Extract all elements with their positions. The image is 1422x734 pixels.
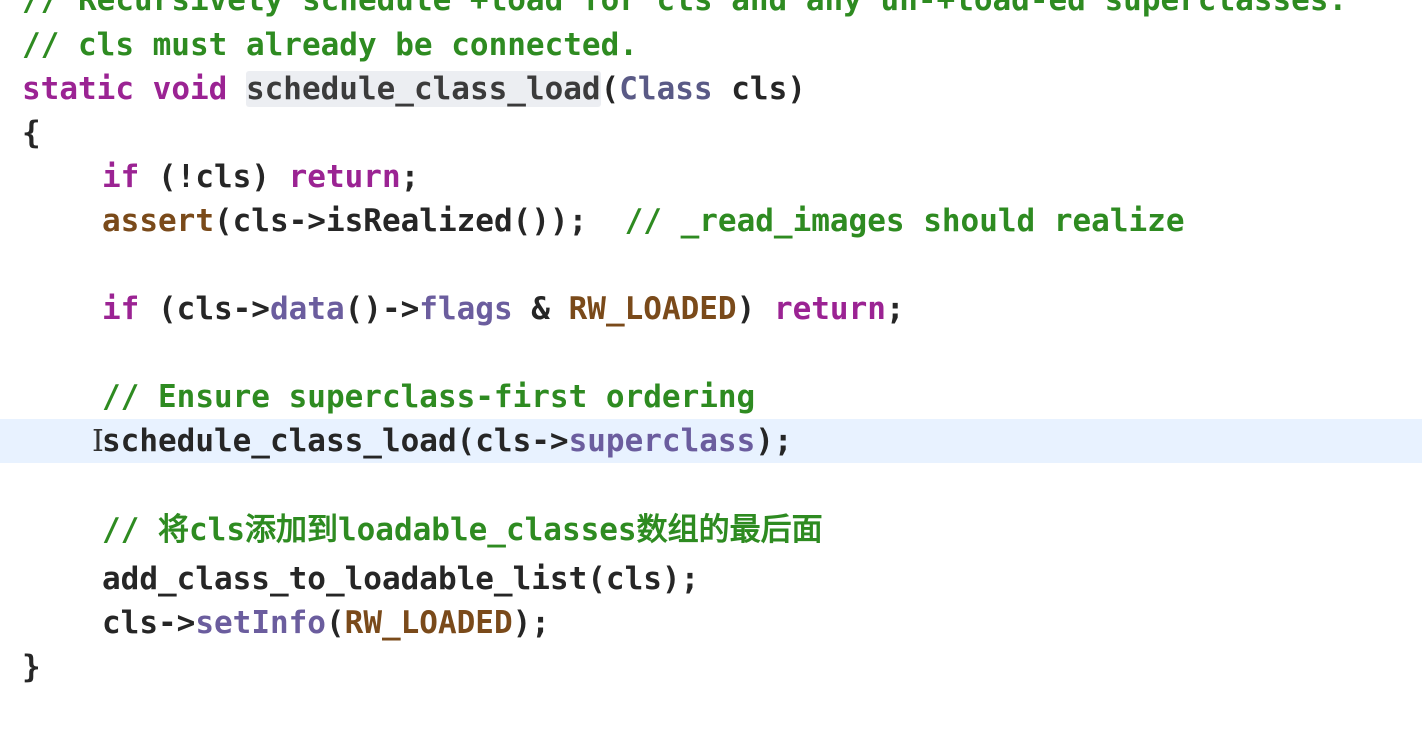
paren-close: ) — [787, 71, 806, 107]
close-brace: } — [22, 649, 41, 685]
semicolon: ; — [400, 159, 420, 195]
code-part: schedule_class_load(cls-> — [102, 423, 569, 459]
code-part: (cls-> — [139, 291, 270, 327]
param-cls: cls — [731, 71, 788, 107]
semicolon: ; — [885, 291, 905, 327]
member-data: data — [269, 291, 345, 327]
code-part: ); — [512, 605, 550, 641]
statement: assert(cls->isRealized()); // _read_imag… — [102, 199, 1185, 243]
member-superclass: superclass — [568, 423, 756, 459]
comment-text: // 将cls添加到loadable_classes数组的最后面 — [102, 512, 823, 548]
type-class: Class — [619, 71, 713, 107]
statement: cls->setInfo(RW_LOADED); — [102, 601, 550, 645]
keyword-if: if — [102, 159, 140, 195]
statement: if (cls->data()->flags & RW_LOADED) retu… — [102, 287, 905, 331]
code-line-assert: assert(cls->isRealized()); // _read_imag… — [0, 199, 1422, 243]
paren-open: ( — [600, 71, 620, 107]
code-part: ( — [325, 605, 345, 641]
code-line-comment-ensure: // Ensure superclass-first ordering — [0, 375, 1422, 419]
macro-rw-loaded: RW_LOADED — [344, 605, 513, 641]
statement: if (!cls) return; — [102, 155, 419, 199]
code-editor[interactable]: // Recursively schedule +load for cls an… — [0, 0, 1422, 734]
code-line-if-not-cls: if (!cls) return; — [0, 155, 1422, 199]
comment-text: // Recursively schedule +load for cls an… — [22, 0, 1348, 18]
code-part: cls-> — [102, 605, 196, 641]
code-line-comment-recursive: // Recursively schedule +load for cls an… — [0, 0, 1422, 22]
open-brace: { — [22, 115, 41, 151]
statement: add_class_to_loadable_list(cls); — [102, 561, 700, 597]
code-part: ()-> — [344, 291, 420, 327]
comment-text: // cls must already be connected. — [22, 27, 638, 63]
code-line-open-brace: { — [0, 111, 1422, 155]
text-cursor-ibeam-icon: I — [92, 424, 104, 459]
condition: (!cls) — [139, 159, 289, 195]
assert-args: (cls->isRealized()); — [213, 203, 625, 239]
keyword-return: return — [288, 159, 401, 195]
comment-text: // Ensure superclass-first ordering — [102, 379, 756, 415]
code-part: ); — [755, 423, 793, 459]
keyword-return: return — [773, 291, 886, 327]
signature: static void schedule_class_load(Class cl… — [22, 67, 806, 111]
keyword-void: void — [152, 71, 228, 107]
code-line-add-class: add_class_to_loadable_list(cls); — [0, 557, 1422, 601]
code-line-comment-chinese: // 将cls添加到loadable_classes数组的最后面 — [0, 508, 1422, 552]
keyword-if: if — [102, 291, 140, 327]
member-flags: flags — [419, 291, 513, 327]
code-line-function-signature: static void schedule_class_load(Class cl… — [0, 67, 1422, 111]
code-line-close-brace: } — [0, 645, 1422, 689]
code-part: ) — [736, 291, 774, 327]
member-setinfo: setInfo — [195, 605, 326, 641]
macro-assert: assert — [102, 203, 214, 239]
statement: schedule_class_load(cls->superclass); — [102, 419, 793, 463]
inline-comment: // _read_images should realize — [624, 203, 1185, 239]
code-line-if-flags: if (cls->data()->flags & RW_LOADED) retu… — [0, 287, 1422, 331]
code-line-set-info: cls->setInfo(RW_LOADED); — [0, 601, 1422, 645]
macro-rw-loaded: RW_LOADED — [568, 291, 737, 327]
function-name-highlighted[interactable]: schedule_class_load — [245, 71, 601, 107]
code-line-comment-connected: // cls must already be connected. — [0, 23, 1422, 67]
code-part: & — [512, 291, 569, 327]
code-line-current-schedule-superclass[interactable]: I schedule_class_load(cls->superclass); — [0, 419, 1422, 463]
keyword-static: static — [22, 71, 134, 107]
